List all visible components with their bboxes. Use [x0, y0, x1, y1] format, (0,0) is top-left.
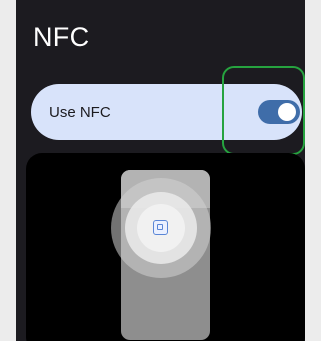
page-title: NFC [33, 22, 90, 52]
use-nfc-toggle[interactable] [258, 100, 300, 124]
nfc-illustration [26, 153, 305, 341]
toggle-knob [278, 103, 296, 121]
use-nfc-label: Use NFC [49, 104, 111, 121]
nfc-chip-icon [153, 220, 168, 235]
use-nfc-setting-row[interactable]: Use NFC [31, 84, 302, 140]
nfc-settings-screen: NFC Use NFC [16, 0, 305, 341]
